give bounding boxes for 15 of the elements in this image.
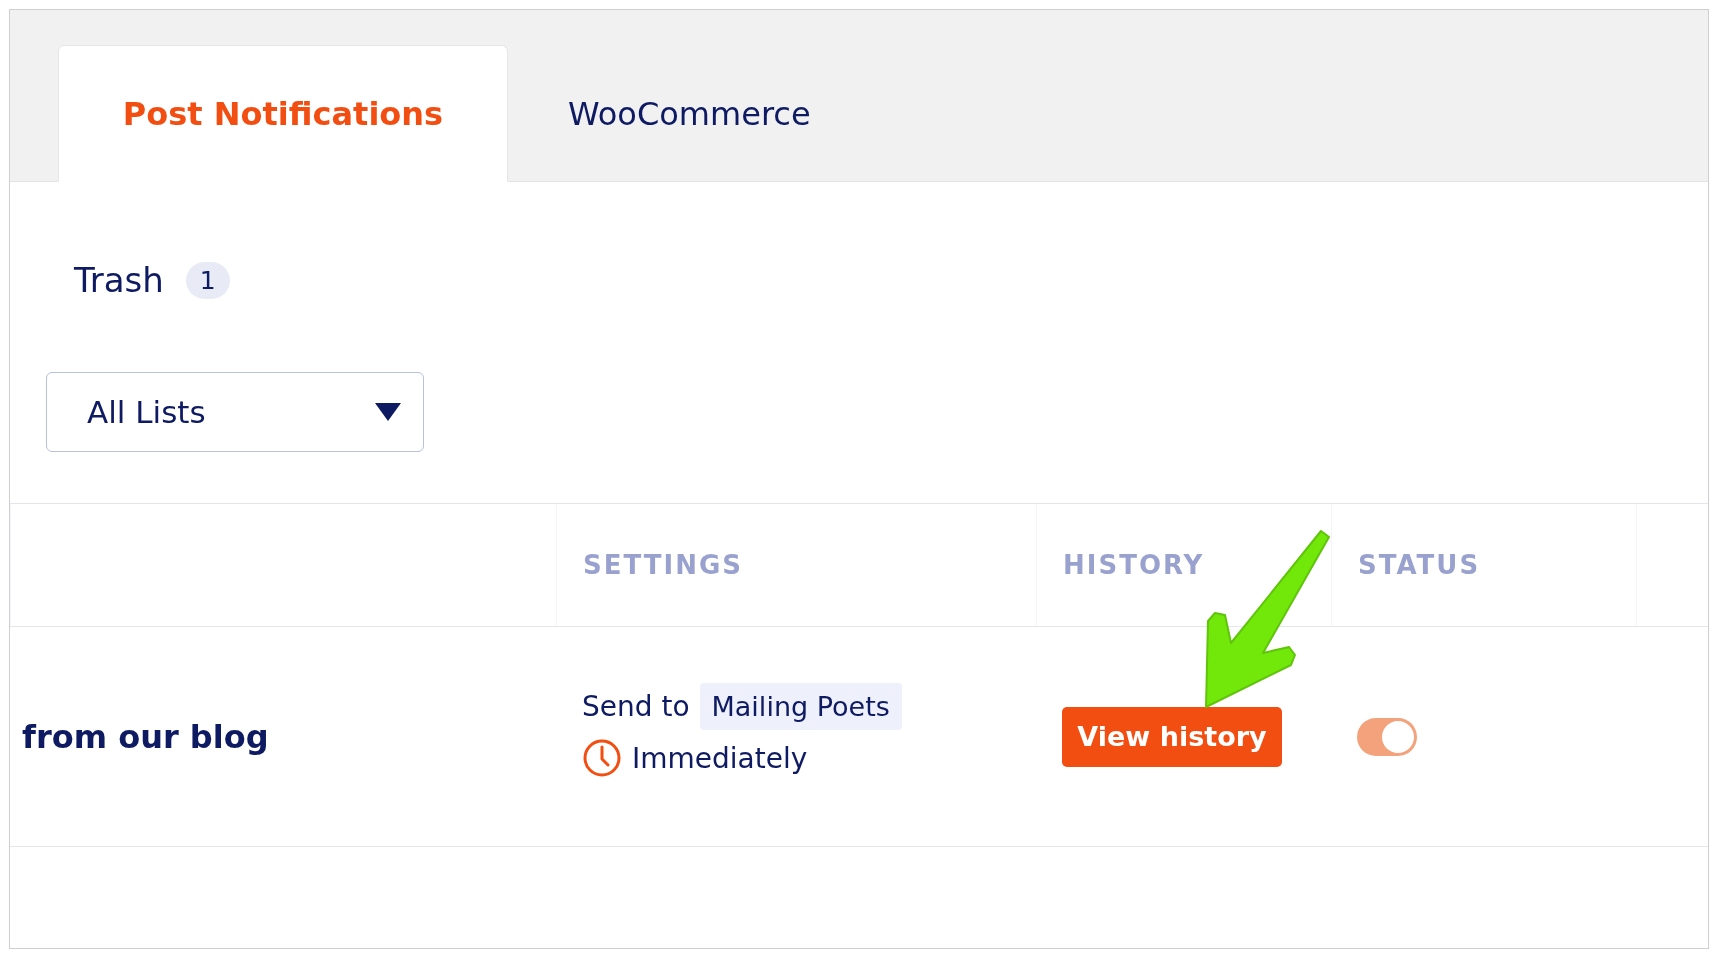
tab[interactable]: Post Notifications [58,45,508,182]
send-to-label: Send to [582,690,690,723]
list-tag: Mailing Poets [699,683,902,730]
tab[interactable]: WooCommerce [508,45,871,182]
dropdown-caret-icon [375,403,401,421]
view-history-button[interactable]: View history [1062,706,1282,767]
count-badge: 1 [185,261,230,299]
timing-label: Immediately [632,741,808,775]
clock-icon [582,738,622,778]
column-header: STATUS [1331,504,1636,626]
column-header: SETTINGS [556,504,1036,626]
list-dropdown[interactable]: All Lists [46,372,424,452]
notification-title[interactable]: from our blog [10,717,556,756]
status-toggle[interactable] [1357,717,1417,756]
trash-link[interactable]: Trash [74,260,164,300]
